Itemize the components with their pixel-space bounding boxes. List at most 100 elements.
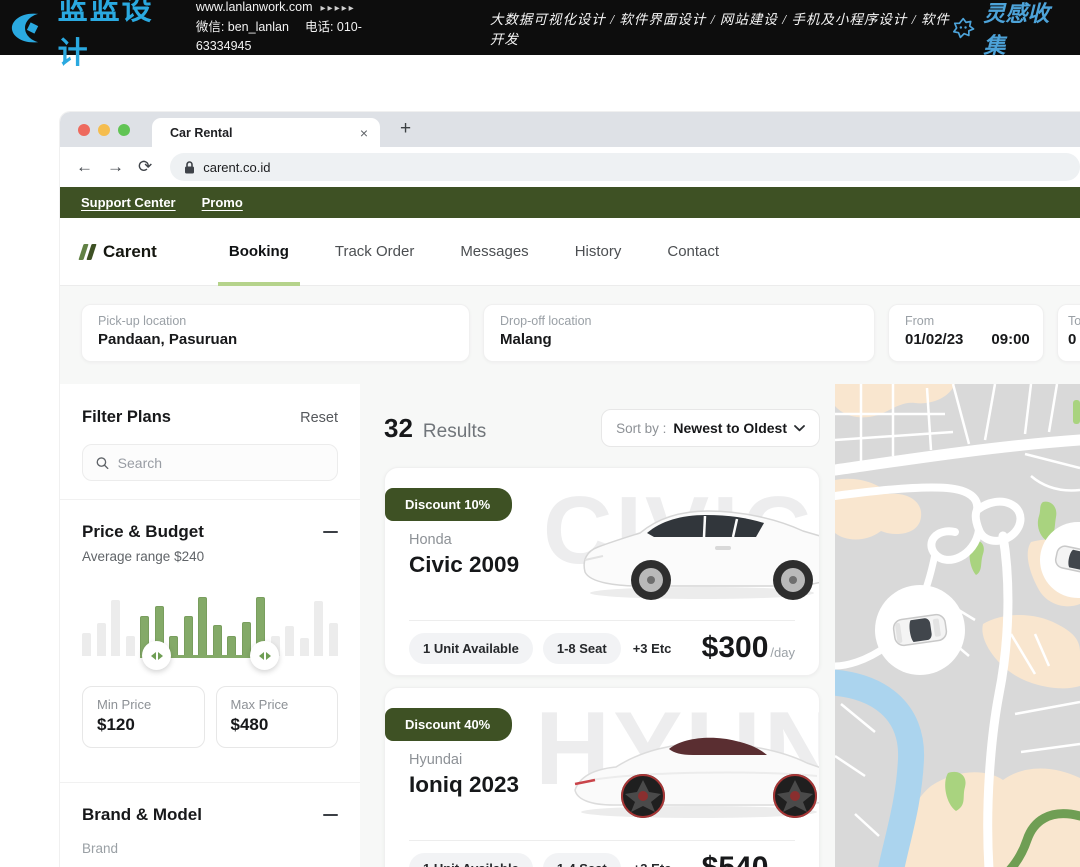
price-group: $300 /day: [702, 631, 795, 665]
reset-button[interactable]: Reset: [300, 410, 338, 426]
support-center-link[interactable]: Support Center: [81, 195, 176, 210]
histogram-bar: [198, 597, 207, 656]
carent-logo-icon: [81, 244, 94, 260]
max-price-value: $480: [231, 715, 324, 735]
window-controls: [78, 124, 130, 136]
results-count: 32 Results: [384, 413, 486, 444]
car-brand: Honda: [409, 532, 452, 548]
min-price-field[interactable]: Min Price $120: [82, 686, 205, 748]
pickup-value: Pandaan, Pasuruan: [98, 331, 453, 348]
range-handle-max[interactable]: [250, 641, 279, 670]
pickup-label: Pick-up location: [98, 314, 453, 328]
search-icon: [96, 456, 109, 470]
nav-item-messages[interactable]: Messages: [460, 218, 528, 286]
browser-tab[interactable]: Car Rental ×: [152, 118, 380, 147]
results-column: 32 Results Sort by : Newest to Oldest: [384, 384, 820, 867]
minimize-window-button[interactable]: [98, 124, 110, 136]
histogram-bar: [111, 600, 120, 656]
site-navbar: Carent Booking Track Order Messages Hist…: [60, 218, 1080, 286]
histogram-bar: [300, 638, 309, 656]
range-handle-min[interactable]: [142, 641, 171, 670]
average-range-text: Average range $240: [82, 549, 338, 564]
inspiration-collect-link[interactable]: 灵感收集: [951, 0, 1066, 60]
filter-title: Filter Plans: [82, 408, 171, 427]
from-label: From: [905, 314, 1027, 328]
map-car-marker[interactable]: [875, 585, 965, 675]
url-field[interactable]: carent.co.id: [170, 153, 1080, 181]
filter-search-box[interactable]: [82, 444, 338, 481]
pickup-location-field[interactable]: Pick-up location Pandaan, Pasuruan: [81, 304, 470, 362]
to-label: To: [1068, 314, 1080, 328]
lanlan-logo-text: 蓝蓝设计: [58, 0, 178, 72]
banner-services-text: 大数据可视化设计 / 软件界面设计 / 网站建设 / 手机及小程序设计 / 软件…: [490, 8, 951, 48]
seats-tag: 1-4 Seat: [543, 853, 621, 867]
promo-link[interactable]: Promo: [202, 195, 243, 210]
browser-tabbar: Car Rental × +: [60, 112, 1080, 147]
histogram-bar: [242, 622, 251, 656]
content-area: Filter Plans Reset: [60, 384, 1080, 867]
from-date: 01/02/23: [905, 331, 963, 348]
maximize-window-button[interactable]: [118, 124, 130, 136]
filter-search-input[interactable]: [118, 455, 324, 471]
car-model: Ioniq 2023: [409, 772, 519, 798]
units-tag: 1 Unit Available: [409, 633, 533, 664]
histogram-bar: [285, 626, 294, 656]
car-photo-civic: [577, 490, 820, 602]
max-price-field[interactable]: Max Price $480: [216, 686, 339, 748]
histogram-bar: [126, 636, 135, 656]
price-histogram-bars: [82, 590, 338, 656]
forward-icon[interactable]: →: [107, 157, 124, 177]
units-tag: 1 Unit Available: [409, 853, 533, 867]
brand-group-label: Brand: [82, 841, 338, 856]
url-text: carent.co.id: [203, 160, 270, 175]
reload-icon[interactable]: ⟳: [138, 157, 152, 177]
lanlan-logo-icon: [10, 11, 48, 45]
price-budget-title: Price & Budget: [82, 522, 204, 542]
back-icon[interactable]: ←: [76, 157, 93, 177]
collapse-price-icon[interactable]: [323, 531, 338, 533]
banner-wechat: 微信: ben_lanlan: [196, 20, 289, 34]
nav-item-track-order[interactable]: Track Order: [335, 218, 414, 286]
to-value: 0: [1068, 331, 1080, 348]
carent-brand-name: Carent: [103, 242, 157, 262]
results-map[interactable]: [835, 384, 1080, 867]
inspiration-collect-icon: [951, 15, 975, 41]
car-card-civic[interactable]: CIVIC Discount 10%: [384, 467, 820, 676]
car-photo-ioniq: [571, 710, 820, 822]
lock-icon: [184, 161, 195, 174]
from-datetime-field[interactable]: From 01/02/23 09:00: [888, 304, 1044, 362]
nav-items: Booking Track Order Messages History Con…: [229, 218, 719, 286]
dropoff-location-field[interactable]: Drop-off location Malang: [483, 304, 875, 362]
discount-badge: Discount 10%: [385, 488, 512, 521]
tab-close-icon[interactable]: ×: [360, 125, 368, 141]
price-group: $540 /day: [702, 851, 795, 867]
new-tab-button[interactable]: +: [400, 118, 411, 140]
max-price-label: Max Price: [231, 697, 324, 712]
price-histogram: [82, 590, 338, 656]
histogram-bar: [314, 601, 323, 656]
min-price-value: $120: [97, 715, 190, 735]
car-model: Civic 2009: [409, 552, 519, 578]
car-card-ioniq[interactable]: HYUN: [384, 687, 820, 867]
car-brand: Hyundai: [409, 752, 462, 768]
etc-tag: +3 Etc: [633, 861, 672, 867]
filter-sidebar: Filter Plans Reset: [60, 384, 360, 867]
tab-title: Car Rental: [170, 126, 233, 140]
dropoff-value: Malang: [500, 331, 858, 348]
browser-urlbar: ← → ⟳ carent.co.id: [60, 147, 1080, 187]
lanlan-website-link[interactable]: www.lanlanwork.com: [196, 0, 313, 14]
collapse-brand-icon[interactable]: [323, 814, 338, 816]
close-window-button[interactable]: [78, 124, 90, 136]
brand-model-title: Brand & Model: [82, 805, 202, 825]
lanlan-logo: 蓝蓝设计: [0, 0, 178, 72]
nav-item-history[interactable]: History: [575, 218, 622, 286]
carent-logo[interactable]: Carent: [81, 242, 157, 262]
nav-item-booking[interactable]: Booking: [229, 218, 289, 286]
from-time: 09:00: [991, 331, 1029, 348]
to-datetime-field[interactable]: To 0: [1057, 304, 1080, 362]
sort-dropdown[interactable]: Sort by : Newest to Oldest: [601, 409, 820, 447]
inspiration-collect-text: 灵感收集: [983, 0, 1066, 60]
histogram-bar: [82, 633, 91, 656]
nav-item-contact[interactable]: Contact: [667, 218, 719, 286]
histogram-bar: [227, 636, 236, 656]
